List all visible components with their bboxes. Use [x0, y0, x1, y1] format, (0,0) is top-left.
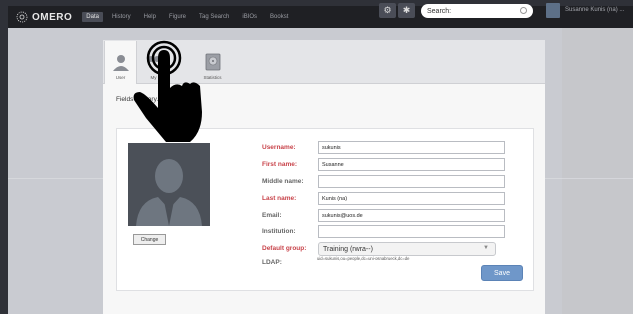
nav-item-bookst[interactable]: Bookst: [266, 12, 292, 22]
profile-photo: [128, 143, 210, 226]
username-label: Username:: [262, 144, 296, 151]
nav-item-ibios[interactable]: iBIOs: [238, 12, 261, 22]
middle-name-label: Middle name:: [262, 178, 304, 185]
nav-item-tag-search[interactable]: Tag Search: [195, 12, 233, 22]
first-name-label: First name:: [262, 161, 298, 168]
default-group-label: Default group:: [262, 245, 307, 252]
user-silhouette-icon: [136, 159, 202, 226]
default-group-select[interactable]: Training (rwra--) ▼: [318, 242, 496, 256]
middle-name-field[interactable]: [318, 175, 505, 188]
nav-item-help[interactable]: Help: [140, 12, 160, 22]
user-avatar[interactable]: [546, 3, 560, 18]
last-name-label: Last name:: [262, 195, 297, 202]
user-icon: [112, 55, 129, 71]
nav-item-data[interactable]: Data: [82, 12, 103, 22]
scripts-button[interactable]: ⚙: [379, 3, 396, 18]
institution-field[interactable]: [318, 225, 505, 238]
search-placeholder: Search:: [427, 7, 452, 15]
main-nav: Data History Help Figure Tag Search iBIO…: [82, 12, 297, 22]
change-photo-button[interactable]: Change: [133, 234, 166, 245]
search-icon: [520, 7, 527, 14]
search-input[interactable]: Search:: [421, 4, 533, 18]
nav-item-history[interactable]: History: [108, 12, 135, 22]
omero-logo-icon: [16, 11, 28, 23]
ldap-value: uid=sukunis,ou=people,dc=uni-osnabrueck,…: [317, 256, 410, 261]
email-label: Email:: [262, 212, 282, 219]
username-field[interactable]: sukunis: [318, 141, 505, 154]
omero-logo[interactable]: OMERO: [16, 11, 72, 23]
pointing-hand-icon: [133, 40, 202, 142]
right-side-panel: [562, 28, 633, 314]
email-field[interactable]: sukunis@uos.de: [318, 209, 505, 222]
first-name-field[interactable]: Susanne: [318, 158, 505, 171]
institution-label: Institution:: [262, 228, 296, 235]
gears-icon: ⚙: [383, 5, 392, 15]
ldap-label: LDAP:: [262, 259, 282, 266]
cog-icon: ✱: [402, 5, 411, 15]
top-bar: OMERO Data History Help Figure Tag Searc…: [8, 6, 633, 28]
chevron-down-icon: ▼: [483, 245, 489, 251]
user-menu[interactable]: Susanne Kunis (na) ...: [565, 7, 624, 13]
settings-button[interactable]: ✱: [398, 3, 415, 18]
logo-text: OMERO: [32, 11, 73, 23]
last-name-field[interactable]: Kunis (na): [318, 192, 505, 205]
tab-user-label: User: [115, 75, 126, 80]
nav-item-figure[interactable]: Figure: [165, 12, 190, 22]
save-button[interactable]: Save: [481, 265, 523, 281]
default-group-value: Training (rwra--): [323, 245, 373, 253]
